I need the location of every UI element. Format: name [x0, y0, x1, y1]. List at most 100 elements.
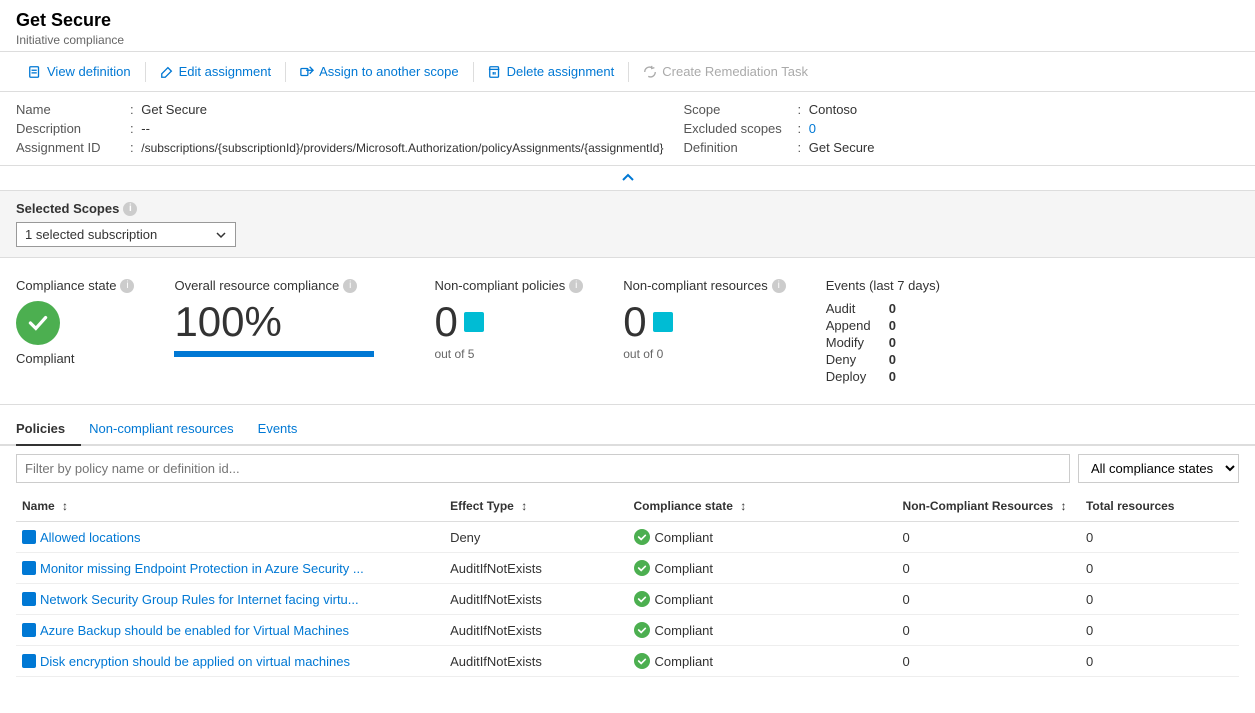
page-title: Get Secure [16, 10, 1239, 31]
view-definition-icon [28, 65, 42, 79]
scope-section-label: Selected Scopes i [16, 201, 1239, 216]
effect-sort-icon[interactable]: ↕ [521, 499, 527, 513]
compliance-cell: Compliant [628, 615, 897, 646]
separator [628, 62, 629, 82]
compliance-state-metric: Compliance state i Compliant [16, 278, 134, 366]
overall-compliance-title: Overall resource compliance i [174, 278, 394, 293]
info-name-row: Name : Get Secure [16, 102, 664, 117]
policy-cube-icon [22, 623, 36, 637]
overall-info-icon[interactable]: i [343, 279, 357, 293]
event-label: Modify [826, 335, 881, 350]
assignment-label: Assignment ID [16, 140, 126, 155]
edit-icon [160, 65, 174, 79]
name-label: Name [16, 102, 126, 117]
noncompliant-sort-icon[interactable]: ↕ [1061, 499, 1067, 513]
non-compliant-policies-title: Non-compliant policies i [434, 278, 583, 293]
compliance-filter-dropdown[interactable]: All compliance states [1078, 454, 1239, 483]
event-row: Append 0 [826, 318, 940, 333]
non-compliant-policies-value: 0 [434, 301, 583, 343]
progress-bar-fill [174, 351, 374, 357]
check-svg [637, 532, 647, 542]
event-label: Deploy [826, 369, 881, 384]
separator [285, 62, 286, 82]
edit-assignment-button[interactable]: Edit assignment [148, 60, 284, 83]
policy-name-link[interactable]: Disk encryption should be applied on vir… [22, 654, 438, 669]
noncompliant-cell: 0 [897, 615, 1080, 646]
info-definition-row: Definition : Get Secure [684, 140, 1240, 155]
effect-cell: AuditIfNotExists [444, 553, 627, 584]
policy-name-link[interactable]: Allowed locations [22, 530, 438, 545]
policy-name-cell: Azure Backup should be enabled for Virtu… [16, 615, 444, 646]
compliance-info-icon[interactable]: i [120, 279, 134, 293]
view-definition-button[interactable]: View definition [16, 60, 143, 83]
table-row: Monitor missing Endpoint Protection in A… [16, 553, 1239, 584]
table-header-row: Name ↕ Effect Type ↕ Compliance state ↕ … [16, 491, 1239, 522]
policy-cube-icon [22, 654, 36, 668]
col-compliance-header: Compliance state ↕ [628, 491, 897, 522]
table-row: Disk encryption should be applied on vir… [16, 646, 1239, 677]
scope-value: Contoso [809, 102, 857, 117]
col-effect-header: Effect Type ↕ [444, 491, 627, 522]
policy-name-link[interactable]: Monitor missing Endpoint Protection in A… [22, 561, 438, 576]
table-section: Name ↕ Effect Type ↕ Compliance state ↕ … [0, 491, 1255, 677]
tab-events[interactable]: Events [258, 413, 314, 446]
noncompliant-cell: 0 [897, 553, 1080, 584]
delete-icon [488, 65, 502, 79]
info-desc-row: Description : -- [16, 121, 664, 136]
check-svg [637, 656, 647, 666]
policy-cube-icon [464, 312, 484, 332]
small-check-icon [634, 560, 650, 576]
assign-icon [300, 65, 314, 79]
effect-cell: AuditIfNotExists [444, 615, 627, 646]
effect-cell: Deny [444, 522, 627, 553]
event-row: Deny0 [826, 352, 940, 367]
col-noncompliant-header: Non-Compliant Resources ↕ [897, 491, 1080, 522]
compliance-sort-icon[interactable]: ↕ [740, 499, 746, 513]
desc-label: Description [16, 121, 126, 136]
event-label: Audit [826, 301, 881, 316]
info-excluded-row: Excluded scopes : 0 [684, 121, 1240, 136]
total-cell: 0 [1080, 615, 1239, 646]
page-subtitle: Initiative compliance [16, 33, 1239, 47]
remediation-icon [643, 65, 657, 79]
policy-cube-icon [22, 530, 36, 544]
scope-dropdown[interactable]: 1 selected subscription [16, 222, 236, 247]
policy-name-link[interactable]: Network Security Group Rules for Interne… [22, 592, 438, 607]
assignment-value: /subscriptions/{subscriptionId}/provider… [141, 141, 663, 155]
policies-info-icon[interactable]: i [569, 279, 583, 293]
table-row: Allowed locations Deny Compliant 0 0 [16, 522, 1239, 553]
info-assignment-row: Assignment ID : /subscriptions/{subscrip… [16, 140, 664, 155]
filter-input[interactable] [16, 454, 1070, 483]
scope-info-icon[interactable]: i [123, 202, 137, 216]
assign-scope-button[interactable]: Assign to another scope [288, 60, 470, 83]
delete-assignment-button[interactable]: Delete assignment [476, 60, 627, 83]
resources-info-icon[interactable]: i [772, 279, 786, 293]
create-remediation-button[interactable]: Create Remediation Task [631, 60, 820, 83]
resource-cube-icon [653, 312, 673, 332]
definition-value: Get Secure [809, 140, 875, 155]
name-sort-icon[interactable]: ↕ [62, 499, 68, 513]
name-value: Get Secure [141, 102, 207, 117]
noncompliant-cell: 0 [897, 522, 1080, 553]
policy-name-cell: Monitor missing Endpoint Protection in A… [16, 553, 444, 584]
table-body: Allowed locations Deny Compliant 0 0 Mon… [16, 522, 1239, 677]
compliance-state-title: Compliance state i [16, 278, 134, 293]
event-label: Append [826, 318, 881, 333]
scope-label: Scope [684, 102, 794, 117]
compliant-label: Compliant [16, 351, 75, 366]
tab-non-compliant-resources[interactable]: Non-compliant resources [89, 413, 250, 446]
compliance-cell: Compliant [628, 584, 897, 615]
chevron-down-icon [215, 229, 227, 241]
collapse-button[interactable] [0, 166, 1255, 191]
page-header: Get Secure Initiative compliance [0, 0, 1255, 52]
check-svg [637, 594, 647, 604]
tab-policies[interactable]: Policies [16, 413, 81, 446]
non-compliant-resources-value: 0 [623, 301, 786, 343]
small-check-icon [634, 622, 650, 638]
progress-bar [174, 351, 374, 357]
excluded-value[interactable]: 0 [809, 121, 816, 136]
policy-name-link[interactable]: Azure Backup should be enabled for Virtu… [22, 623, 438, 638]
total-cell: 0 [1080, 646, 1239, 677]
policies-table: Name ↕ Effect Type ↕ Compliance state ↕ … [16, 491, 1239, 677]
event-value: 0 [889, 318, 896, 333]
